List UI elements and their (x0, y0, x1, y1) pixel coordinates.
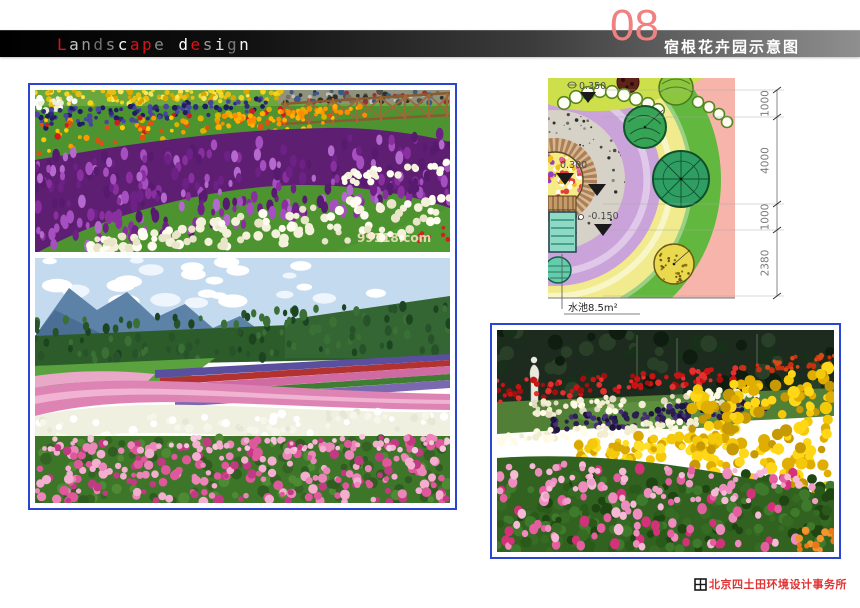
elevation-label-3: -0.150 (588, 211, 619, 222)
pool-area-label: 水池8.5m² (568, 301, 618, 314)
page-number: 08 (610, 4, 659, 48)
plan-drawing: 1000 4000 1000 2380 0.350 0.300 -0.150 水… (548, 78, 790, 316)
pool (549, 212, 576, 252)
right-photo-frame (490, 323, 841, 559)
furano-field-photo (35, 258, 450, 503)
slide-title: 宿根花卉园示意图 (664, 36, 800, 57)
company-name: 北京四土田环境设计事务所 (709, 576, 847, 592)
flower-bed-photo: 99118.com (35, 90, 450, 252)
tree-teal (548, 257, 571, 283)
photo-watermark: 99118.com (357, 231, 431, 245)
elevation-label-2: 0.300 (560, 160, 587, 171)
dim-label-3: 1000 (760, 204, 772, 231)
left-photo-frame: 99118.com (28, 83, 457, 510)
dim-label-2: 4000 (760, 147, 772, 174)
dimension-chain: 1000 4000 1000 2380 (760, 87, 782, 299)
company-signature: 北京四土田环境设计事务所 (694, 576, 847, 592)
elevation-label-1: 0.350 (579, 81, 606, 92)
tulip-garden-photo (497, 330, 834, 552)
deck-structure (548, 196, 576, 210)
dim-label-1: 1000 (760, 90, 772, 117)
tian-grid-logo-icon (694, 578, 707, 591)
brand-text: Landscape design (57, 35, 251, 54)
dim-label-4: 2380 (760, 250, 772, 277)
